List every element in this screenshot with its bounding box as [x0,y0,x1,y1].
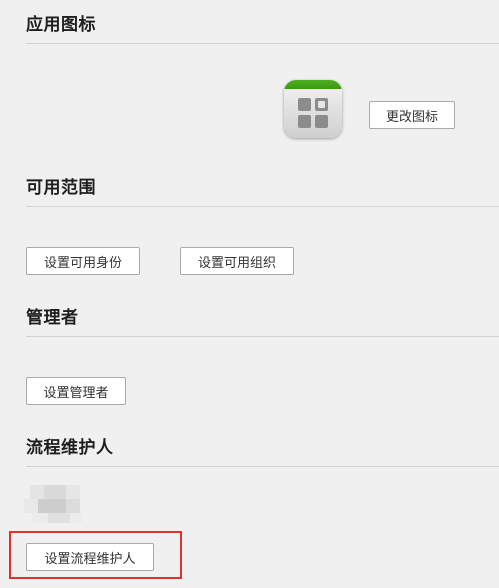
set-admin-button[interactable]: 设置管理者 [26,377,126,405]
section-title-maintainer: 流程维护人 [26,438,114,458]
section-title-app-icon: 应用图标 [26,15,96,35]
grid-icon [298,98,328,128]
section-divider [26,43,499,44]
set-maintainer-button[interactable]: 设置流程维护人 [26,543,154,571]
section-divider [26,336,499,337]
section-title-admin: 管理者 [26,308,79,328]
app-settings-page: 应用图标 更改图标 可用范围 设置可用身份 设置可用组织 管理者 设置管理者 流… [0,0,499,588]
app-grid-icon [284,80,342,138]
section-title-scope: 可用范围 [26,178,96,198]
change-icon-button[interactable]: 更改图标 [369,101,455,129]
section-divider [26,206,499,207]
set-identity-button[interactable]: 设置可用身份 [26,247,140,275]
icon-green-band [284,80,342,89]
section-divider [26,466,499,467]
blurred-avatar [24,485,84,525]
set-org-button[interactable]: 设置可用组织 [180,247,294,275]
